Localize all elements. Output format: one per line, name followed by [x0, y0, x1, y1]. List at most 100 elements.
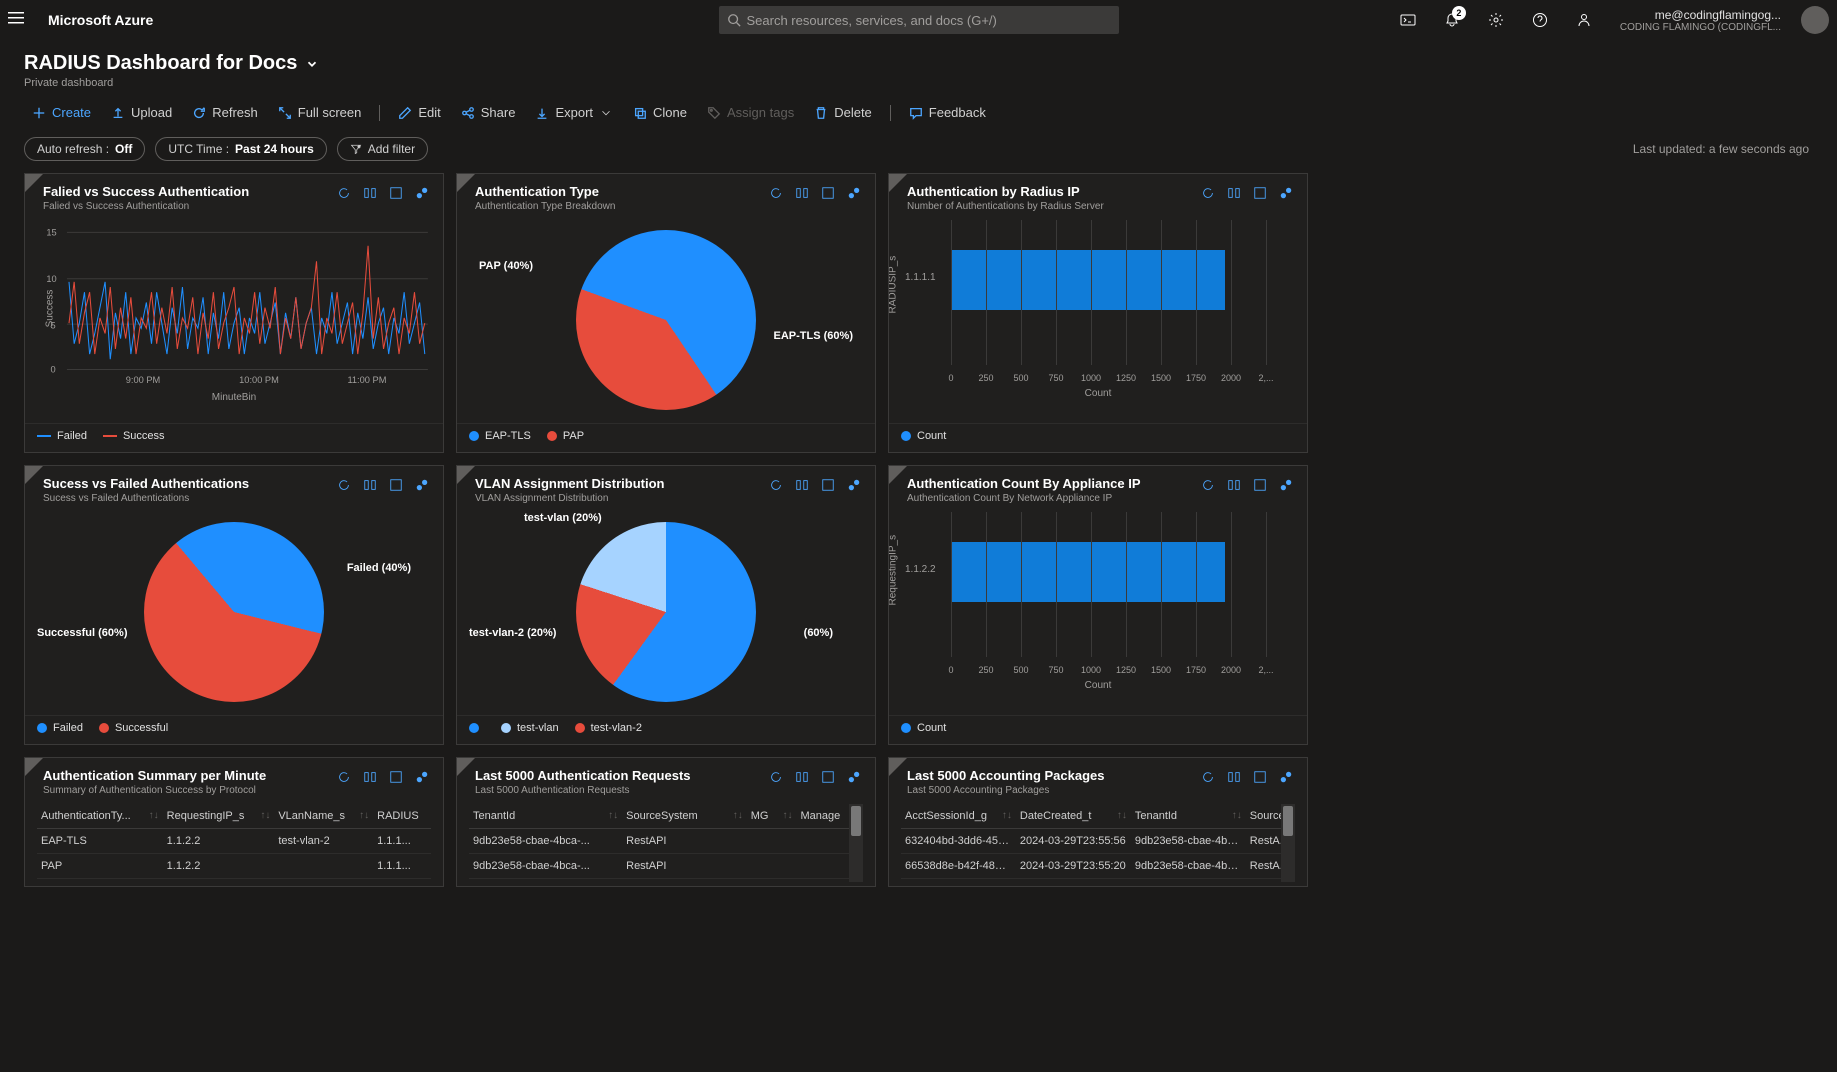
pin-icon[interactable]	[845, 768, 863, 786]
svg-text:10:00 PM: 10:00 PM	[239, 375, 279, 385]
tile-subtitle: Authentication Type Breakdown	[475, 201, 767, 212]
tile-filter-icon[interactable]	[25, 174, 43, 192]
export-button[interactable]: Export	[527, 101, 621, 124]
pin-icon[interactable]	[413, 768, 431, 786]
table-row[interactable]: EAP-TLS1.1.2.2test-vlan-21.1.1...	[37, 829, 431, 854]
pie-label-successful: Successful (60%)	[37, 627, 127, 639]
refresh-icon[interactable]	[767, 476, 785, 494]
table-header[interactable]: AuthenticationTy...↑↓	[37, 804, 163, 829]
pin-icon[interactable]	[413, 476, 431, 494]
expand-icon[interactable]	[819, 768, 837, 786]
hamburger-icon[interactable]	[8, 10, 28, 30]
table-header[interactable]: RADIUS	[373, 804, 431, 829]
table-header[interactable]: MG↑↓	[747, 804, 797, 829]
tile-vlan-distribution: VLAN Assignment Distribution VLAN Assign…	[456, 465, 876, 745]
logs-icon[interactable]	[361, 476, 379, 494]
scrollbar[interactable]	[849, 804, 863, 882]
create-button[interactable]: Create	[24, 101, 99, 124]
brand-label[interactable]: Microsoft Azure	[48, 12, 153, 28]
tile-filter-icon[interactable]	[25, 466, 43, 484]
expand-icon[interactable]	[387, 184, 405, 202]
tile-filter-icon[interactable]	[25, 758, 43, 776]
table-row[interactable]: 66538d8e-b42f-4827-...2024-03-29T23:55:2…	[901, 854, 1295, 879]
tile-filter-icon[interactable]	[889, 466, 907, 484]
tile-filter-icon[interactable]	[457, 174, 475, 192]
add-filter-pill[interactable]: Add filter	[337, 137, 428, 161]
share-button[interactable]: Share	[453, 101, 524, 124]
legend-failed: Failed	[37, 722, 83, 734]
pin-icon[interactable]	[1277, 184, 1295, 202]
feedback-button[interactable]: Feedback	[901, 101, 994, 124]
legend-failed: Failed	[37, 430, 87, 442]
logs-icon[interactable]	[793, 184, 811, 202]
table-header[interactable]: SourceSystem↑↓	[622, 804, 747, 829]
settings-icon[interactable]	[1480, 4, 1512, 36]
data-table[interactable]: AuthenticationTy...↑↓ RequestingIP_s↑↓ V…	[37, 804, 431, 882]
table-header[interactable]: RequestingIP_s↑↓	[163, 804, 275, 829]
logs-icon[interactable]	[1225, 476, 1243, 494]
expand-icon[interactable]	[819, 476, 837, 494]
expand-icon[interactable]	[819, 184, 837, 202]
tile-filter-icon[interactable]	[889, 174, 907, 192]
edit-button[interactable]: Edit	[390, 101, 448, 124]
expand-icon[interactable]	[1251, 476, 1269, 494]
table-row[interactable]: 632404bd-3dd6-459e-...2024-03-29T23:55:5…	[901, 829, 1295, 854]
expand-icon[interactable]	[387, 768, 405, 786]
pin-icon[interactable]	[1277, 476, 1295, 494]
expand-icon[interactable]	[387, 476, 405, 494]
refresh-icon[interactable]	[1199, 768, 1217, 786]
account-menu[interactable]: me@codingflamingog... CODING FLAMINGO (C…	[1620, 8, 1781, 33]
logs-icon[interactable]	[361, 184, 379, 202]
svg-text:9:00 PM: 9:00 PM	[126, 375, 161, 385]
pin-icon[interactable]	[845, 184, 863, 202]
table-header[interactable]: DateCreated_t↑↓	[1016, 804, 1131, 829]
refresh-icon[interactable]	[1199, 184, 1217, 202]
time-range-pill[interactable]: UTC Time : Past 24 hours	[155, 137, 326, 161]
upload-button[interactable]: Upload	[103, 101, 180, 124]
notifications-icon[interactable]: 2	[1436, 4, 1468, 36]
expand-icon[interactable]	[1251, 768, 1269, 786]
refresh-icon[interactable]	[767, 184, 785, 202]
table-header[interactable]: VLanName_s↑↓	[274, 804, 373, 829]
delete-button[interactable]: Delete	[806, 101, 880, 124]
pin-icon[interactable]	[413, 184, 431, 202]
tile-last-5000-auth: Last 5000 Authentication Requests Last 5…	[456, 757, 876, 887]
tile-filter-icon[interactable]	[457, 466, 475, 484]
table-header[interactable]: TenantId↑↓	[1131, 804, 1246, 829]
avatar[interactable]	[1801, 6, 1829, 34]
auto-refresh-pill[interactable]: Auto refresh : Off	[24, 137, 145, 161]
refresh-icon[interactable]	[335, 476, 353, 494]
refresh-icon[interactable]	[1199, 476, 1217, 494]
global-search[interactable]: Search resources, services, and docs (G+…	[719, 6, 1119, 34]
logs-icon[interactable]	[1225, 184, 1243, 202]
logs-icon[interactable]	[1225, 768, 1243, 786]
chevron-down-icon[interactable]	[305, 57, 319, 71]
logs-icon[interactable]	[793, 768, 811, 786]
refresh-icon[interactable]	[335, 184, 353, 202]
pin-icon[interactable]	[845, 476, 863, 494]
feedback-icon[interactable]	[1568, 4, 1600, 36]
data-table[interactable]: TenantId↑↓ SourceSystem↑↓ MG↑↓ Manage 9d…	[469, 804, 863, 882]
refresh-button[interactable]: Refresh	[184, 101, 266, 124]
logs-icon[interactable]	[361, 768, 379, 786]
refresh-icon[interactable]	[767, 768, 785, 786]
tile-auth-by-radius-ip: Authentication by Radius IP Number of Au…	[888, 173, 1308, 453]
tile-filter-icon[interactable]	[457, 758, 475, 776]
scrollbar[interactable]	[1281, 804, 1295, 882]
refresh-icon[interactable]	[335, 768, 353, 786]
fullscreen-button[interactable]: Full screen	[270, 101, 370, 124]
clone-button[interactable]: Clone	[625, 101, 695, 124]
table-header[interactable]: TenantId↑↓	[469, 804, 622, 829]
svg-text:11:00 PM: 11:00 PM	[347, 375, 386, 385]
cloud-shell-icon[interactable]	[1392, 4, 1424, 36]
tile-filter-icon[interactable]	[889, 758, 907, 776]
table-header[interactable]: AcctSessionId_g↑↓	[901, 804, 1016, 829]
table-row[interactable]: 9db23e58-cbae-4bca-...RestAPI	[469, 854, 863, 879]
table-row[interactable]: PAP1.1.2.21.1.1...	[37, 854, 431, 879]
pin-icon[interactable]	[1277, 768, 1295, 786]
help-icon[interactable]	[1524, 4, 1556, 36]
logs-icon[interactable]	[793, 476, 811, 494]
data-table[interactable]: AcctSessionId_g↑↓ DateCreated_t↑↓ Tenant…	[901, 804, 1295, 882]
table-row[interactable]: 9db23e58-cbae-4bca-...RestAPI	[469, 829, 863, 854]
expand-icon[interactable]	[1251, 184, 1269, 202]
